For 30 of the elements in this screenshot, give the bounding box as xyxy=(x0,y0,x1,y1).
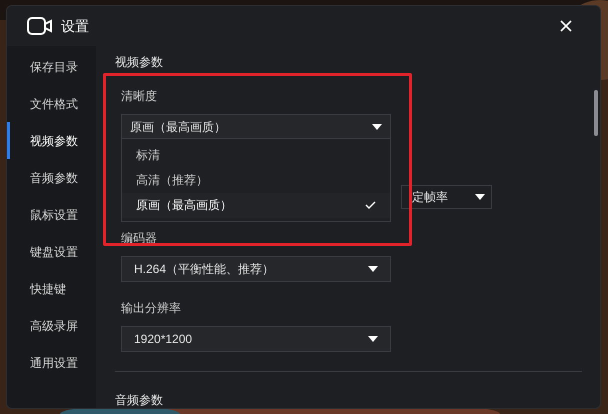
caret-icon xyxy=(368,266,378,272)
dropdown-option[interactable]: 原画（最高画质） xyxy=(122,192,390,218)
resolution-dropdown[interactable]: 1920*1200 xyxy=(121,326,391,352)
check-icon xyxy=(365,201,376,209)
window-title: 设置 xyxy=(61,16,89,36)
section-title: 视频参数 xyxy=(115,54,164,70)
section-title: 音频参数 xyxy=(115,392,164,408)
sidebar-item[interactable]: 音频参数 xyxy=(7,159,96,196)
field-label: 输出分辨率 xyxy=(121,300,182,316)
dropdown-option[interactable]: 高清（推荐） xyxy=(122,168,390,192)
sidebar-item[interactable]: 鼠标设置 xyxy=(7,196,96,233)
encoder-dropdown[interactable]: H.264（平衡性能、推荐） xyxy=(121,256,391,282)
caret-icon xyxy=(475,194,485,200)
scrollbar xyxy=(594,90,598,136)
frame-rate-dropdown[interactable]: 定帧率 xyxy=(401,185,492,209)
sidebar-item[interactable]: 键盘设置 xyxy=(7,233,96,270)
caret-icon xyxy=(372,124,382,130)
sidebar-item[interactable]: 快捷键 xyxy=(7,270,96,307)
video-camera-icon xyxy=(27,17,53,35)
field-label: 清晰度 xyxy=(121,88,158,104)
close-icon xyxy=(559,19,573,33)
dropdown-option[interactable]: 标清 xyxy=(122,142,390,168)
caret-icon xyxy=(368,336,378,342)
clarity-dropdown[interactable]: 原画（最高画质） xyxy=(121,114,391,140)
sidebar-item[interactable]: 视频参数 xyxy=(7,122,96,159)
sidebar-item[interactable]: 文件格式 xyxy=(7,85,96,122)
sidebar-item[interactable]: 通用设置 xyxy=(7,344,96,381)
field-label: 编码器 xyxy=(121,230,158,246)
sidebar-item[interactable]: 保存目录 xyxy=(7,48,96,85)
sidebar-item[interactable]: 高级录屏 xyxy=(7,307,96,344)
